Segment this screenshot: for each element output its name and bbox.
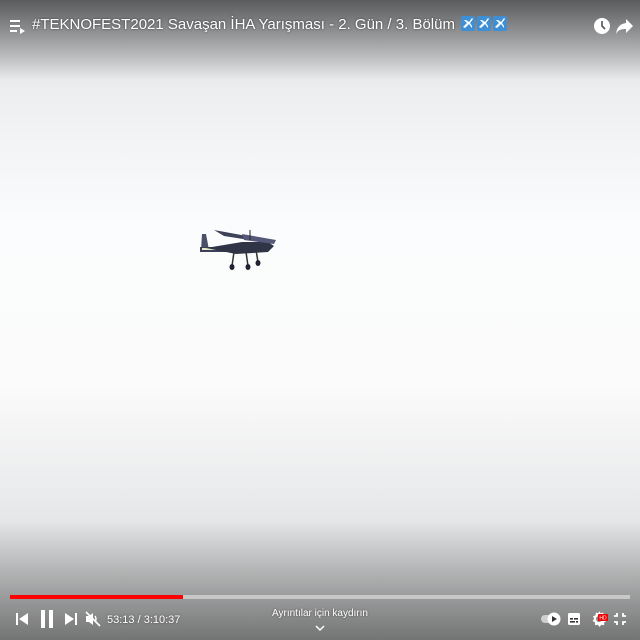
quality-hd-icon[interactable]: HD — [590, 610, 608, 628]
subtitles-icon[interactable] — [567, 612, 581, 626]
airplane-emoji-icon — [477, 16, 492, 31]
svg-text:HD: HD — [599, 616, 607, 622]
duration: 3:10:37 — [143, 614, 181, 626]
share-arrow-icon[interactable] — [614, 16, 634, 36]
time-display: 53:13 / 3:10:37 — [107, 614, 180, 626]
pause-icon[interactable] — [39, 609, 55, 629]
top-gradient — [0, 0, 640, 80]
chevron-down-icon[interactable] — [315, 625, 325, 632]
progress-bar[interactable] — [10, 595, 630, 599]
autoplay-toggle-icon[interactable] — [540, 611, 562, 627]
aircraft-drone — [200, 230, 276, 270]
video-title: #TEKNOFEST2021 Savaşan İHA Yarışması - 2… — [32, 16, 508, 33]
progress-played — [10, 595, 183, 599]
video-title-text: #TEKNOFEST2021 Savaşan İHA Yarışması - 2… — [32, 16, 455, 33]
previous-icon[interactable] — [15, 612, 29, 626]
airplane-emoji-icon — [461, 16, 476, 31]
current-time: 53:13 — [107, 614, 135, 626]
scroll-for-details-hint[interactable]: Ayrıntılar için kaydırın — [260, 608, 380, 619]
exit-fullscreen-icon[interactable] — [613, 612, 627, 626]
watch-later-clock-icon[interactable] — [592, 16, 612, 36]
time-separator: / — [134, 614, 144, 626]
airplane-emoji-icon — [493, 16, 508, 31]
mute-icon[interactable] — [85, 611, 101, 627]
playlist-queue-icon[interactable] — [10, 18, 26, 34]
next-icon[interactable] — [64, 612, 78, 626]
